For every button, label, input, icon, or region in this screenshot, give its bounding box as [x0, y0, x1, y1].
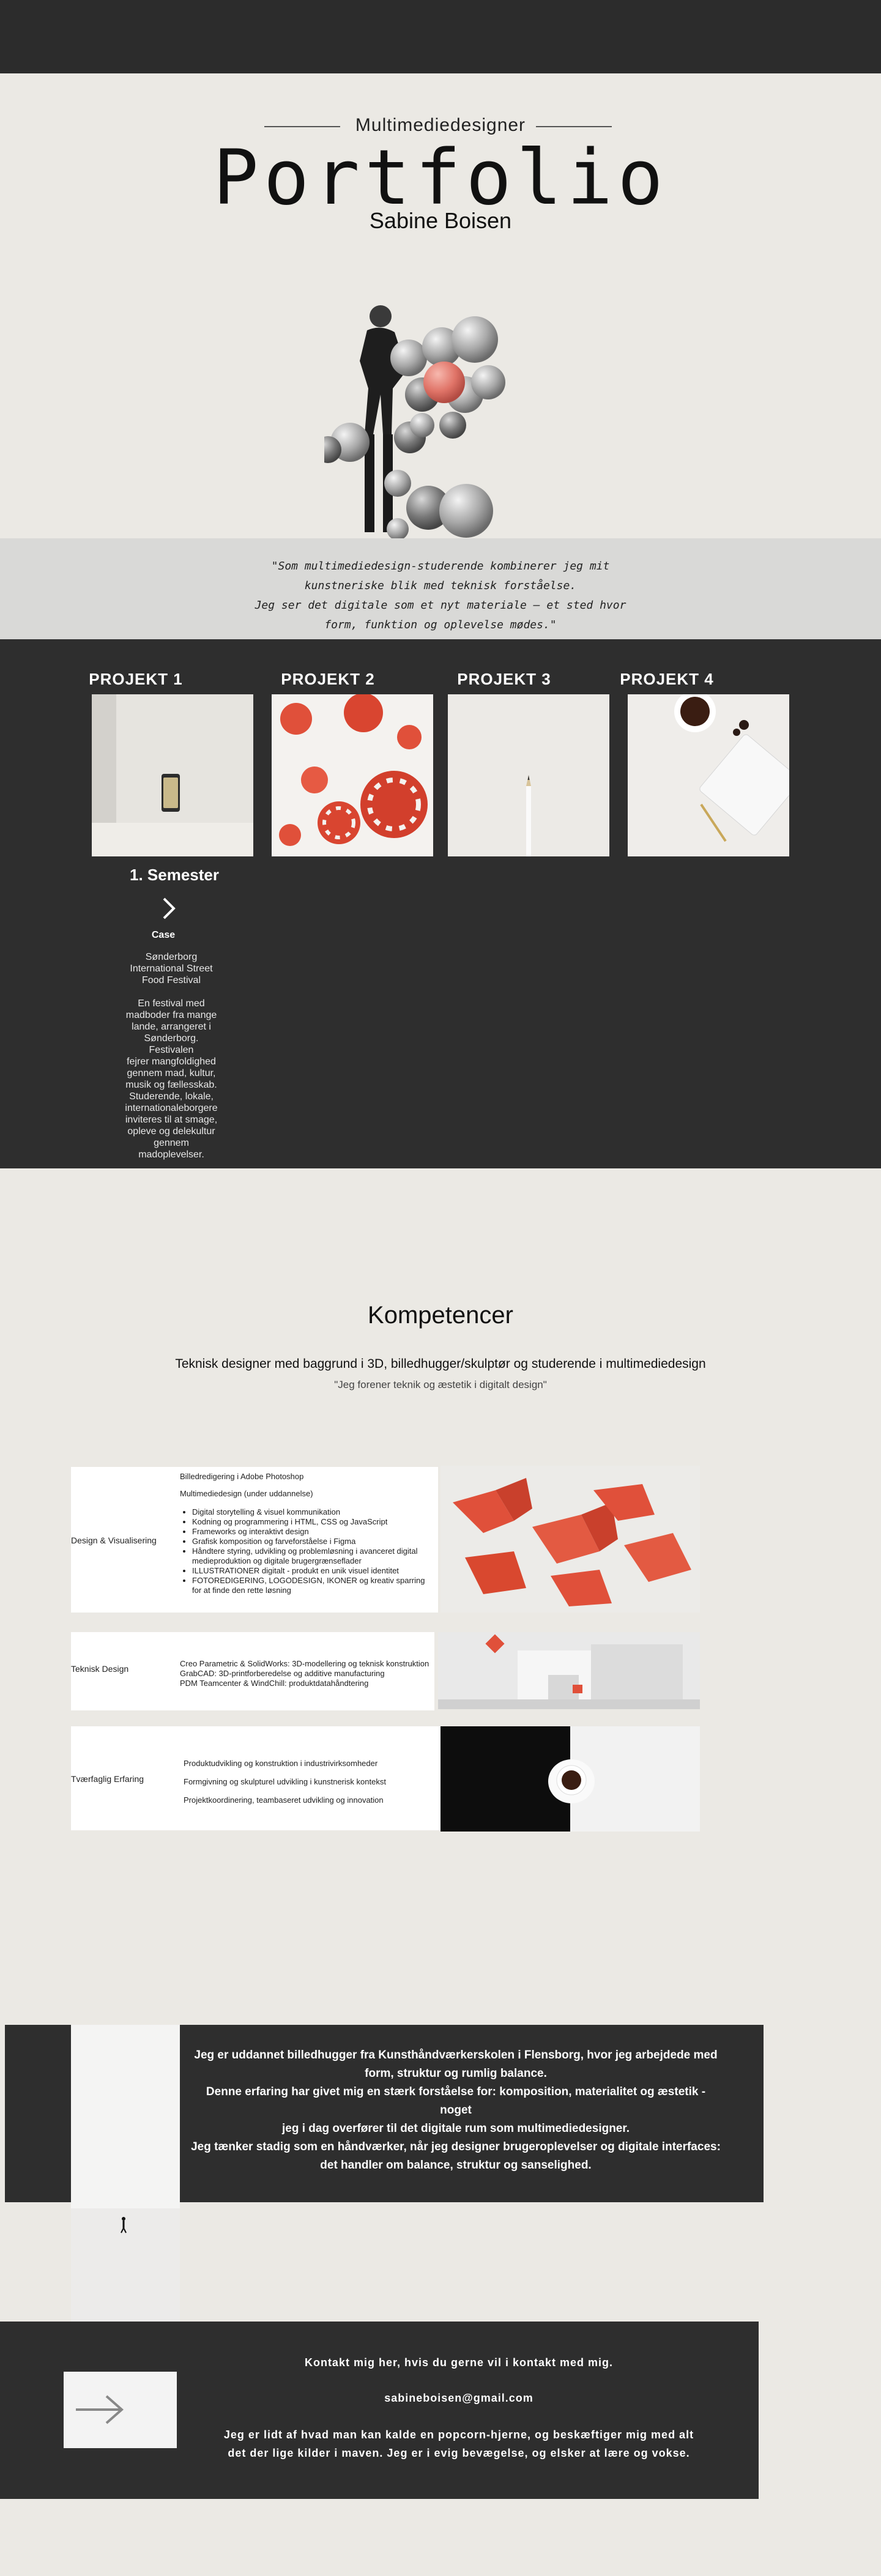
competences-title: Kompetencer — [368, 1302, 513, 1329]
about-text: Jeg er uddannet billedhugger fra Kunsthå… — [191, 2049, 721, 2172]
project-1-title[interactable]: PROJEKT 1 — [50, 670, 221, 689]
case-label[interactable]: Case — [92, 930, 235, 941]
competences-subtitle: Teknisk designer med baggrund i 3D, bill… — [175, 1357, 706, 1371]
project-3-image[interactable] — [448, 694, 609, 856]
competence-card-interdisciplinary: Tværfaglig Erfaring Produktudvikling og … — [71, 1726, 441, 1830]
intro-quote-band: "Som multimediedesign-studerende kombine… — [0, 538, 881, 639]
contact-heading: Kontakt mig her, hvis du gerne vil i kon… — [304, 2356, 614, 2369]
author-name: Sabine Boisen — [369, 208, 512, 233]
competences-quote: "Jeg forener teknik og æstetik i digital… — [334, 1379, 547, 1390]
competence-card-technical: Teknisk Design Creo Parametric & SolidWo… — [71, 1632, 434, 1710]
about-photo — [71, 2025, 180, 2325]
origami-birds-image — [441, 1466, 700, 1613]
hero-balloons-illustration — [324, 305, 505, 538]
card-content: Produktudvikling og konstruktion i indus… — [184, 1759, 386, 1805]
contact-email-link[interactable]: sabineboisen@gmail.com — [177, 2392, 740, 2405]
project-2-image[interactable] — [272, 694, 433, 856]
card-content: Creo Parametric & SolidWorks: 3D-modelle… — [180, 1659, 429, 1688]
project-4-title[interactable]: PROJEKT 4 — [581, 670, 753, 689]
case-description: Sønderborg International Street Food Fes… — [125, 952, 218, 1160]
semester-heading: 1. Semester — [130, 866, 219, 884]
project-3-title[interactable]: PROJEKT 3 — [418, 670, 590, 689]
projects-section: PROJEKT 1 PROJEKT 2 PROJEKT 3 PROJEKT 4 — [0, 639, 881, 1168]
chevron-right-icon[interactable] — [160, 896, 179, 921]
top-bar — [0, 0, 881, 73]
card-label: Tværfaglig Erfaring — [71, 1774, 144, 1784]
arrow-icon — [64, 2372, 177, 2448]
interior-render-image — [438, 1632, 700, 1709]
intro-quote: "Som multimediedesign-studerende kombine… — [255, 560, 626, 631]
card-label: Teknisk Design — [71, 1664, 129, 1674]
competence-card-design: Design & Visualisering Billedredigering … — [71, 1467, 438, 1613]
card-label: Design & Visualisering — [71, 1535, 157, 1545]
hero-subtitle: Multimediedesigner — [355, 115, 526, 135]
contact-text: Jeg er lidt af hvad man kan kalde en pop… — [223, 2429, 694, 2459]
project-2-title[interactable]: PROJEKT 2 — [242, 670, 414, 689]
card-content: Billedredigering i Adobe Photoshop Multi… — [180, 1472, 431, 1595]
project-4-image[interactable] — [628, 694, 789, 856]
project-1-image[interactable] — [92, 694, 253, 856]
coffee-cup-image — [441, 1726, 700, 1832]
page-title: Portfolio — [213, 134, 668, 222]
